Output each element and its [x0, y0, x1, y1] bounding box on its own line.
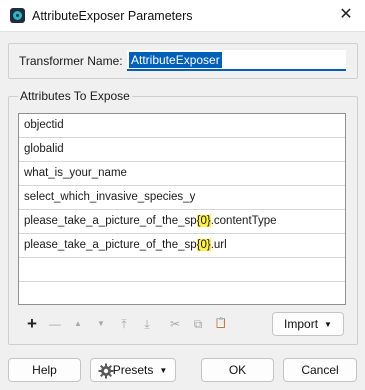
fme-app-icon — [10, 8, 25, 23]
attribute-name: select_which_invasive_species_y — [24, 191, 196, 203]
attribute-name-suffix: .contentType — [210, 215, 277, 227]
add-icon[interactable]: + — [22, 314, 42, 334]
remove-icon[interactable]: — — [45, 314, 65, 334]
move-down-icon[interactable]: ▼ — [91, 314, 111, 334]
presets-button[interactable]: Presets ▼ — [90, 358, 176, 382]
table-row[interactable]: select_which_invasive_species_y — [19, 186, 345, 210]
ok-button[interactable]: OK — [201, 358, 274, 382]
chevron-down-icon: ▼ — [324, 320, 332, 329]
attribute-name: globalid — [24, 143, 64, 155]
list-index-highlight: {0} — [196, 239, 211, 251]
move-up-icon[interactable]: ▲ — [68, 314, 88, 334]
attributes-group-title: Attributes To Expose — [18, 89, 132, 103]
move-to-top-icon[interactable]: ⤒ — [114, 314, 134, 334]
table-row[interactable]: please_take_a_picture_of_the_sp{0}.url — [19, 234, 345, 258]
attribute-name: what_is_your_name — [24, 167, 127, 179]
attribute-name-suffix: .url — [210, 239, 227, 251]
close-icon[interactable]: ✕ — [337, 5, 355, 25]
title-bar: AttributeExposer Parameters ✕ — [0, 0, 365, 32]
attribute-name-prefix: please_take_a_picture_of_the_sp — [24, 215, 197, 227]
gear-icon — [98, 363, 114, 379]
transformer-name-value: AttributeExposer — [129, 52, 222, 68]
list-index-highlight: {0} — [196, 215, 211, 227]
paste-icon[interactable]: 📋 — [211, 314, 231, 334]
cancel-button[interactable]: Cancel — [283, 358, 357, 382]
transformer-name-input[interactable]: AttributeExposer — [127, 50, 346, 71]
move-to-bottom-icon[interactable]: ⤓ — [137, 314, 157, 334]
table-row[interactable]: what_is_your_name — [19, 162, 345, 186]
window-title: AttributeExposer Parameters — [32, 9, 193, 23]
import-button[interactable]: Import ▼ — [272, 312, 344, 336]
transformer-name-label: Transformer Name: — [19, 54, 123, 68]
table-row-empty[interactable] — [19, 258, 345, 282]
copy-icon[interactable]: ⧉ — [188, 314, 208, 334]
table-row[interactable]: globalid — [19, 138, 345, 162]
table-row[interactable]: objectid — [19, 114, 345, 138]
chevron-down-icon: ▼ — [159, 366, 168, 375]
presets-label: Presets — [112, 363, 154, 377]
attributes-table[interactable]: objectid globalid what_is_your_name sele… — [18, 113, 346, 305]
attribute-name-prefix: please_take_a_picture_of_the_sp — [24, 239, 197, 251]
help-button[interactable]: Help — [8, 358, 81, 382]
cut-icon[interactable]: ✂ — [165, 314, 185, 334]
attribute-name: objectid — [24, 119, 64, 131]
import-label: Import — [284, 317, 319, 331]
table-row[interactable]: please_take_a_picture_of_the_sp{0}.conte… — [19, 210, 345, 234]
table-row-empty[interactable] — [19, 282, 345, 306]
